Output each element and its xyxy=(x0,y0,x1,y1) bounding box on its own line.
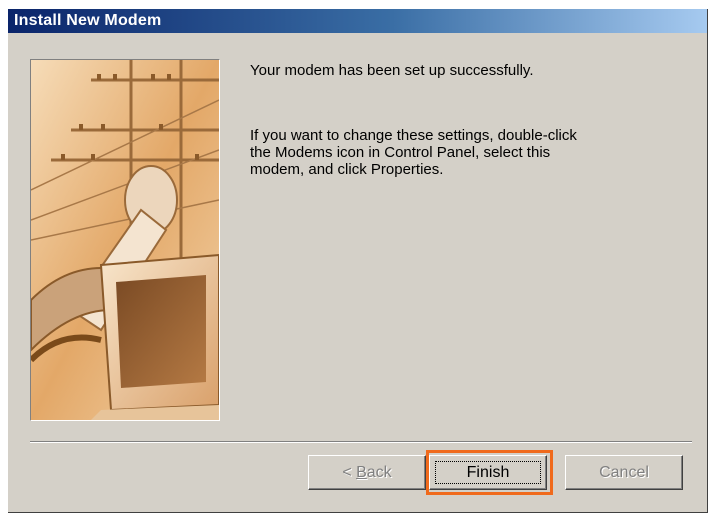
instructions-line: the Modems icon in Control Panel, select… xyxy=(250,144,551,161)
install-new-modem-dialog: Install New Modem Your modem has been se… xyxy=(8,9,708,513)
title-bar[interactable]: Install New Modem xyxy=(8,9,707,33)
instructions-text: If you want to change these settings, do… xyxy=(250,127,650,178)
window-title: Install New Modem xyxy=(14,12,162,29)
finish-button[interactable]: Finish xyxy=(429,455,547,490)
instructions-line: If you want to change these settings, do… xyxy=(250,127,577,144)
separator xyxy=(30,441,692,443)
back-button-prefix: < xyxy=(342,464,357,481)
cancel-button-label: Cancel xyxy=(599,464,649,481)
back-button-label: ack xyxy=(366,464,392,481)
wizard-illustration xyxy=(30,59,220,421)
back-button-mnemonic: B xyxy=(356,464,367,481)
finish-button-label: Finish xyxy=(466,464,510,481)
instructions-line: modem, and click Properties. xyxy=(250,161,444,178)
back-button[interactable]: < Back xyxy=(308,455,426,490)
success-message: Your modem has been set up successfully. xyxy=(250,62,534,79)
cancel-button[interactable]: Cancel xyxy=(565,455,683,490)
